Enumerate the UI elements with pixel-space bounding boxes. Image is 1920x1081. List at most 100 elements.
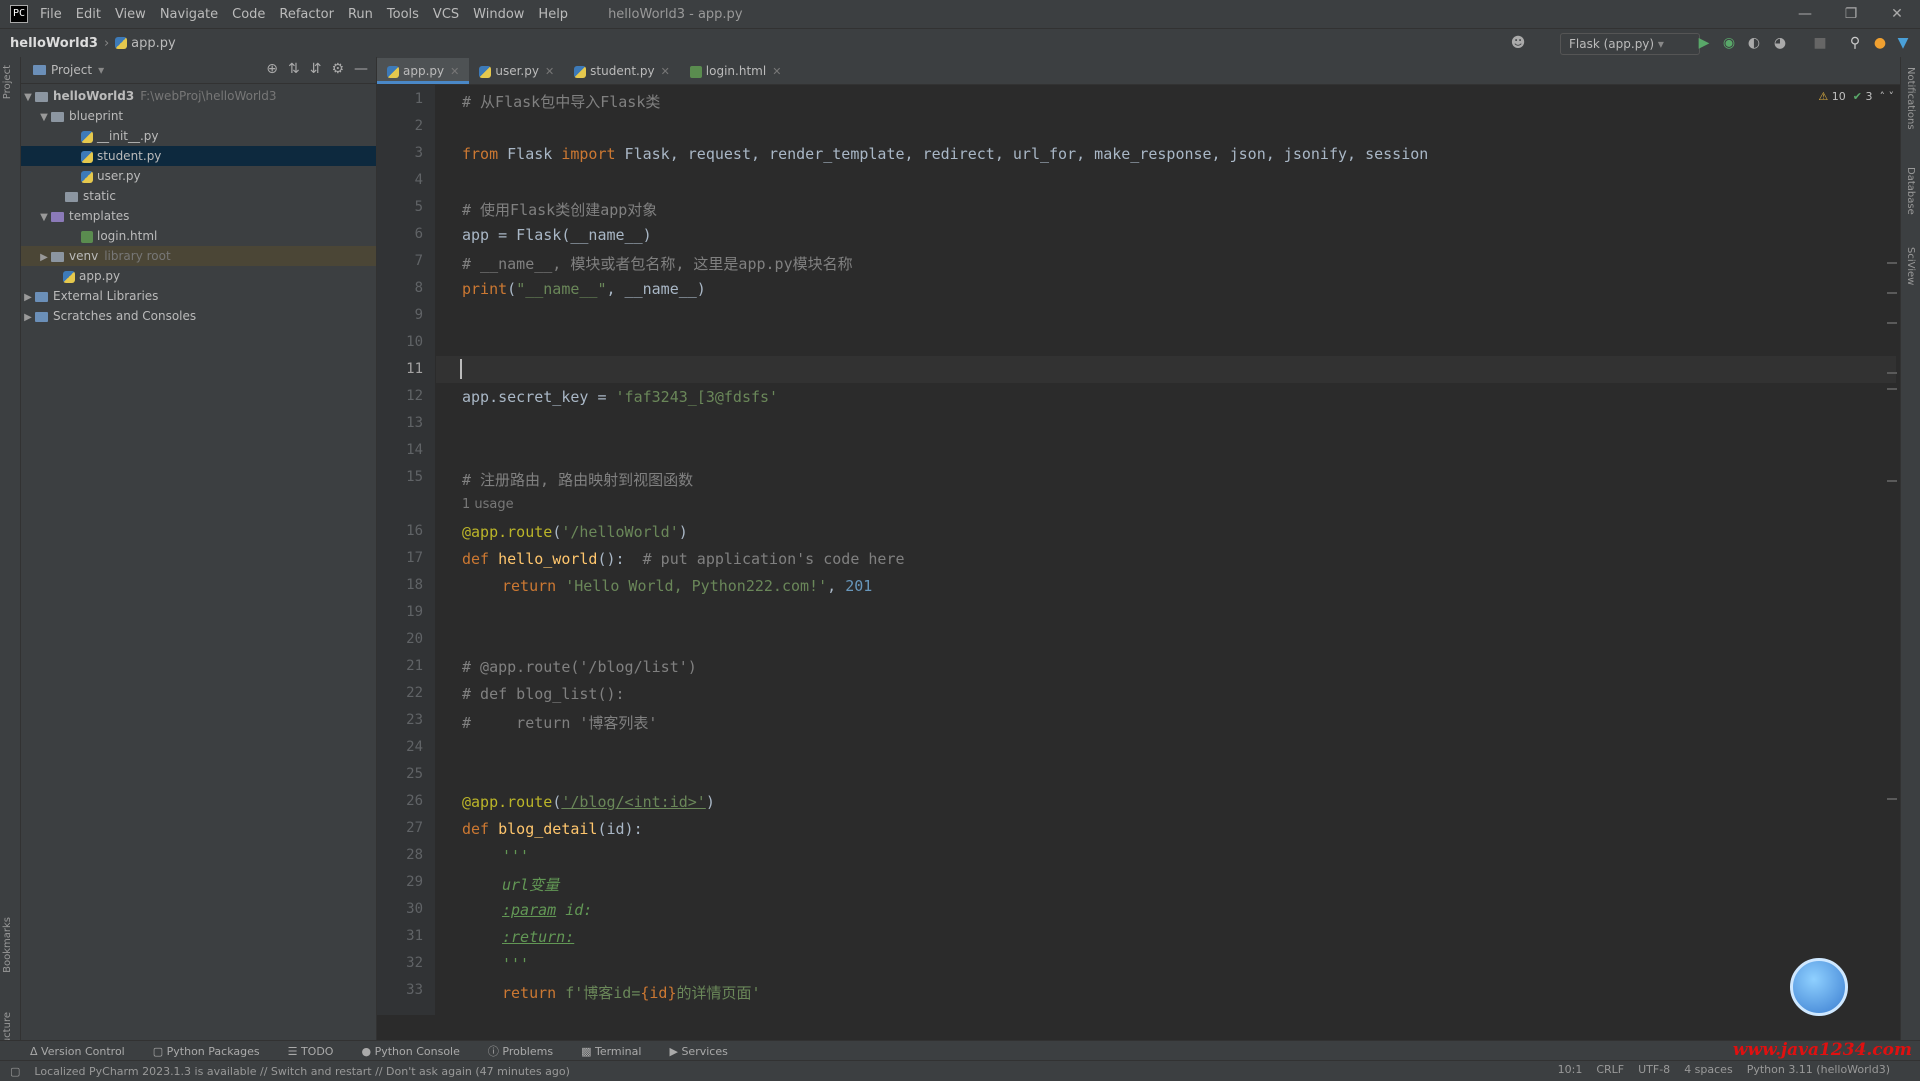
tab-student-py[interactable]: student.py ✕ xyxy=(564,58,680,84)
code-line-12: app.secret_key = 'faf3243_[3@fdsfs' xyxy=(462,388,779,406)
tab-login-html[interactable]: login.html ✕ xyxy=(680,58,792,84)
stripe-database[interactable]: Database xyxy=(1905,167,1916,215)
scratches-icon xyxy=(35,311,48,322)
menu-view[interactable]: View xyxy=(115,7,146,22)
close-tab-icon[interactable]: ✕ xyxy=(661,65,670,78)
chevron-down-icon[interactable]: ▾ xyxy=(98,63,104,77)
line-number: 28 xyxy=(406,847,423,863)
menu-window[interactable]: Window xyxy=(473,7,524,22)
hide-icon[interactable]: — xyxy=(354,61,368,77)
status-message[interactable]: Localized PyCharm 2023.1.3 is available … xyxy=(34,1065,570,1078)
tree-item-user-py[interactable]: user.py xyxy=(21,166,376,186)
close-tab-icon[interactable]: ✕ xyxy=(772,65,781,78)
close-tab-icon[interactable]: ✕ xyxy=(545,65,554,78)
chevron-down-icon[interactable]: ▼ xyxy=(37,108,51,128)
chevron-down-icon[interactable]: ˅ xyxy=(1889,90,1895,103)
floating-assistant-bubble[interactable] xyxy=(1790,958,1848,1016)
expand-all-icon[interactable]: ⇵ xyxy=(310,61,322,77)
inspection-widget[interactable]: ⚠ 10 ✔ 3 ˄ ˅ xyxy=(1818,90,1894,103)
usage-hint[interactable]: 1 usage xyxy=(462,497,514,512)
menu-navigate[interactable]: Navigate xyxy=(160,7,218,22)
close-icon[interactable]: ✕ xyxy=(1874,0,1920,28)
chevron-down-icon[interactable]: ▼ xyxy=(37,208,51,228)
code-line-31: :return: xyxy=(502,928,575,946)
chevron-right-icon[interactable]: ▶ xyxy=(21,308,35,328)
chevron-right-icon[interactable]: ▶ xyxy=(21,288,35,308)
html-file-icon xyxy=(81,230,93,243)
file-encoding[interactable]: UTF-8 xyxy=(1638,1063,1670,1076)
debug-icon[interactable]: ◉ xyxy=(1719,33,1739,53)
tree-item-tag: library root xyxy=(104,249,171,263)
update-icon[interactable]: ● xyxy=(1870,33,1890,53)
status-toggle-icon[interactable]: ▢ xyxy=(10,1065,20,1078)
tab-app-py[interactable]: app.py ✕ xyxy=(377,58,470,84)
tool-todo[interactable]: ☰ TODO xyxy=(288,1045,334,1058)
restore-icon[interactable]: ❐ xyxy=(1828,0,1874,28)
coverage-icon[interactable]: ◐ xyxy=(1744,33,1764,53)
tree-item-static[interactable]: static xyxy=(21,186,376,206)
shield-icon[interactable]: ▼ xyxy=(1893,33,1913,53)
menu-edit[interactable]: Edit xyxy=(76,7,101,22)
menu-help[interactable]: Help xyxy=(538,7,568,22)
project-panel-title[interactable]: Project xyxy=(51,63,92,77)
line-number: 2 xyxy=(414,118,423,134)
user-icon[interactable]: ☻ xyxy=(1508,33,1528,53)
tool-python-packages[interactable]: ▢ Python Packages xyxy=(153,1045,260,1058)
code-editor[interactable]: # 从Flask包中导入Flask类 from Flask import Fla… xyxy=(436,85,1900,1015)
gear-icon[interactable]: ⚙ xyxy=(331,61,344,77)
menu-tools[interactable]: Tools xyxy=(387,7,419,22)
stripe-sciview[interactable]: SciView xyxy=(1905,247,1916,285)
menu-code[interactable]: Code xyxy=(232,7,265,22)
tool-version-control[interactable]: ᐃ Version Control xyxy=(30,1045,125,1058)
minimize-icon[interactable]: — xyxy=(1782,0,1828,28)
line-separator[interactable]: CRLF xyxy=(1596,1063,1624,1076)
breadcrumb-project[interactable]: helloWorld3 xyxy=(10,36,98,51)
profile-icon[interactable]: ◕ xyxy=(1770,33,1790,53)
tool-problems[interactable]: ⓘ Problems xyxy=(488,1043,553,1059)
code-line-5: # 使用Flask类创建app对象 xyxy=(462,201,658,219)
tree-item-app-py[interactable]: app.py xyxy=(21,266,376,286)
caret-position[interactable]: 10:1 xyxy=(1558,1063,1583,1076)
chevron-up-icon[interactable]: ˄ xyxy=(1880,90,1886,103)
tree-item-student-py[interactable]: student.py xyxy=(21,146,376,166)
tree-item-login-html[interactable]: login.html xyxy=(21,226,376,246)
stop-icon[interactable]: ■ xyxy=(1810,33,1830,53)
run-icon[interactable]: ▶ xyxy=(1694,33,1714,53)
tree-item-label: __init__.py xyxy=(97,129,159,143)
python-file-icon xyxy=(574,65,587,78)
code-line-22: # def blog_list(): xyxy=(462,685,625,703)
menu-vcs[interactable]: VCS xyxy=(433,7,459,22)
menu-file[interactable]: File xyxy=(40,7,62,22)
tab-user-py[interactable]: user.py ✕ xyxy=(469,58,564,84)
chevron-right-icon[interactable]: ▶ xyxy=(37,248,51,268)
menu-refactor[interactable]: Refactor xyxy=(279,7,334,22)
tree-item-root[interactable]: ▼ helloWorld3 F:\webProj\helloWorld3 xyxy=(21,86,376,106)
tool-python-console[interactable]: ● Python Console xyxy=(361,1045,459,1058)
python-interpreter[interactable]: Python 3.11 (helloWorld3) xyxy=(1747,1063,1890,1076)
search-icon[interactable]: ⚲ xyxy=(1845,33,1865,53)
tree-item-venv[interactable]: ▶ venv library root xyxy=(21,246,376,266)
stripe-notifications[interactable]: Notifications xyxy=(1905,67,1916,130)
stripe-bookmarks[interactable]: Bookmarks xyxy=(2,917,13,973)
run-configuration-select[interactable]: Flask (app.py) ▾ xyxy=(1560,33,1700,55)
locate-icon[interactable]: ⊕ xyxy=(266,61,278,77)
tree-item-init-py[interactable]: __init__.py xyxy=(21,126,376,146)
close-tab-icon[interactable]: ✕ xyxy=(450,65,459,78)
menu-run[interactable]: Run xyxy=(348,7,373,22)
collapse-all-icon[interactable]: ⇅ xyxy=(288,61,300,77)
tree-item-external-libraries[interactable]: ▶ External Libraries xyxy=(21,286,376,306)
status-bar: ▢ Localized PyCharm 2023.1.3 is availabl… xyxy=(0,1060,1920,1081)
tree-item-blueprint[interactable]: ▼ blueprint xyxy=(21,106,376,126)
line-number: 1 xyxy=(414,91,423,107)
line-number: 17 xyxy=(406,550,423,566)
stripe-project[interactable]: Project xyxy=(2,65,13,99)
tool-terminal[interactable]: ▩ Terminal xyxy=(581,1045,641,1058)
breadcrumb-file[interactable]: app.py xyxy=(131,36,176,51)
window-title: helloWorld3 - app.py xyxy=(608,6,743,22)
line-number: 6 xyxy=(414,226,423,242)
tool-services[interactable]: ▶ Services xyxy=(669,1045,727,1058)
tree-item-templates[interactable]: ▼ templates xyxy=(21,206,376,226)
tree-item-scratches[interactable]: ▶ Scratches and Consoles xyxy=(21,306,376,326)
indent-setting[interactable]: 4 spaces xyxy=(1684,1063,1733,1076)
chevron-down-icon[interactable]: ▼ xyxy=(21,88,35,108)
